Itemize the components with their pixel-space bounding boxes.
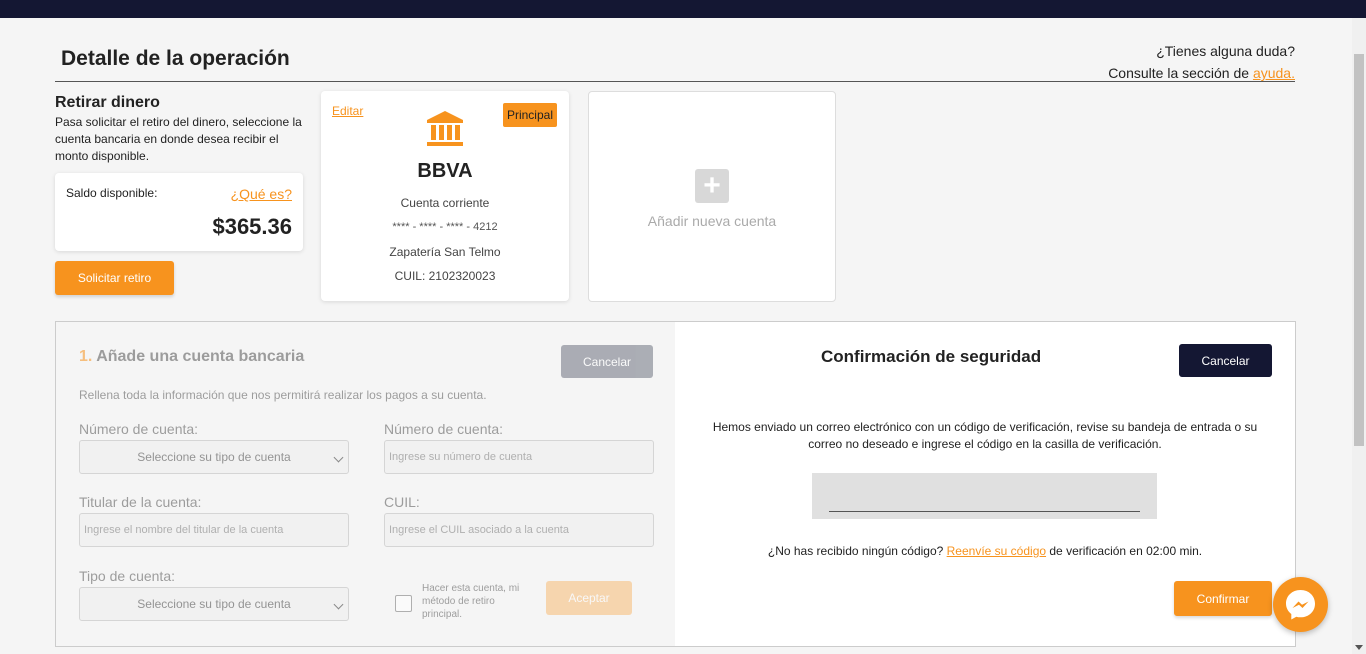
bank-icon <box>427 111 463 146</box>
resend-prefix: ¿No has recibido ningún código? <box>767 544 947 558</box>
account-type: Cuenta corriente <box>400 196 490 210</box>
resend-suffix: de verificación en 02:00 min. <box>1046 544 1203 558</box>
chevron-down-icon <box>333 599 344 610</box>
holder-input[interactable]: Ingrese el nombre del titular de la cuen… <box>79 513 349 547</box>
form-title: 1. Añade una cuenta bancaria <box>79 348 304 366</box>
account-type-select-value: Seleccione su tipo de cuenta <box>137 597 291 611</box>
messenger-icon <box>1286 590 1315 620</box>
account-type-select[interactable]: Seleccione su tipo de cuenta <box>79 587 349 621</box>
help-section: ¿Tienes alguna duda? Consulte la sección… <box>1108 40 1295 84</box>
page-scrollbar[interactable] <box>1352 18 1366 654</box>
form-description: Rellena toda la información que nos perm… <box>79 388 487 402</box>
accept-button[interactable]: Aceptar <box>546 581 632 615</box>
withdraw-description: Pasa solicitar el retiro del dinero, sel… <box>55 115 302 163</box>
security-confirmation-panel: Confirmación de seguridad Cancelar Hemos… <box>675 322 1295 646</box>
page-title: Detalle de la operación <box>61 47 290 70</box>
request-withdrawal-button[interactable]: Solicitar retiro <box>55 261 174 295</box>
form-step-number: 1. <box>79 348 93 365</box>
security-cancel-button[interactable]: Cancelar <box>1179 344 1272 377</box>
holder-label: Titular de la cuenta: <box>79 494 202 510</box>
account-number-select[interactable]: Seleccione su tipo de cuenta <box>79 440 349 474</box>
account-number-label-left: Número de cuenta: <box>79 421 199 437</box>
withdraw-title: Retirar dinero <box>55 94 160 111</box>
security-message: Hemos enviado un correo electrónico con … <box>712 420 1258 451</box>
code-underline <box>829 511 1140 512</box>
add-account-form: 1. Añade una cuenta bancaria Cancelar Re… <box>56 322 675 646</box>
chevron-down-icon <box>333 452 344 463</box>
balance-card: Saldo disponible: ¿Qué es? $365.36 <box>55 173 303 251</box>
account-number: **** - **** - **** - 4212 <box>392 221 498 233</box>
bank-name: BBVA <box>417 160 473 182</box>
resend-line: ¿No has recibido ningún código? Reenvíe … <box>675 544 1295 558</box>
principal-checkbox-label: Hacer esta cuenta, mi método de retiro p… <box>422 583 520 620</box>
security-title: Confirmación de seguridad <box>821 347 1042 366</box>
balance-help-link[interactable]: ¿Qué es? <box>231 186 292 202</box>
principal-badge: Principal <box>502 103 557 127</box>
balance-amount: $365.36 <box>212 214 292 239</box>
cuil-input[interactable]: Ingrese el CUIL asociado a la cuenta <box>384 513 654 547</box>
bank-account-card[interactable]: Editar Principal BBVA Cuenta corriente *… <box>321 91 569 301</box>
help-question: ¿Tienes alguna duda? <box>1156 43 1295 59</box>
title-divider <box>55 81 1295 82</box>
account-number-input[interactable]: Ingrese su número de cuenta <box>384 440 654 474</box>
edit-account-link[interactable]: Editar <box>332 104 363 118</box>
account-holder: Zapatería San Telmo <box>389 245 501 259</box>
principal-checkbox[interactable] <box>395 595 412 612</box>
balance-label: Saldo disponible: <box>66 186 158 200</box>
cuil-label: CUIL: <box>384 494 420 510</box>
add-account-label: Añadir nueva cuenta <box>647 213 777 229</box>
form-title-text: Añade una cuenta bancaria <box>96 348 305 365</box>
resend-code-link[interactable]: Reenvíe su código <box>947 544 1046 558</box>
top-bar <box>0 0 1366 18</box>
confirm-button[interactable]: Confirmar <box>1174 581 1272 616</box>
messenger-chat-button[interactable] <box>1273 577 1328 632</box>
plus-icon: + <box>695 169 729 203</box>
account-number-label-right: Número de cuenta: <box>384 421 504 437</box>
add-account-card[interactable]: + Añadir nueva cuenta <box>588 91 836 302</box>
account-number-select-value: Seleccione su tipo de cuenta <box>137 450 291 464</box>
scrollbar-thumb[interactable] <box>1354 54 1364 446</box>
account-type-label: Tipo de cuenta: <box>79 568 175 584</box>
form-cancel-button[interactable]: Cancelar <box>561 345 653 378</box>
verification-code-input[interactable] <box>812 473 1157 519</box>
account-cuil: CUIL: 2102320023 <box>394 269 496 283</box>
account-form-panel: 1. Añade una cuenta bancaria Cancelar Re… <box>55 321 1296 647</box>
help-link[interactable]: ayuda. <box>1253 65 1295 81</box>
help-text: Consulte la sección de <box>1108 65 1253 81</box>
scroll-down-arrow-icon[interactable] <box>1355 645 1363 650</box>
